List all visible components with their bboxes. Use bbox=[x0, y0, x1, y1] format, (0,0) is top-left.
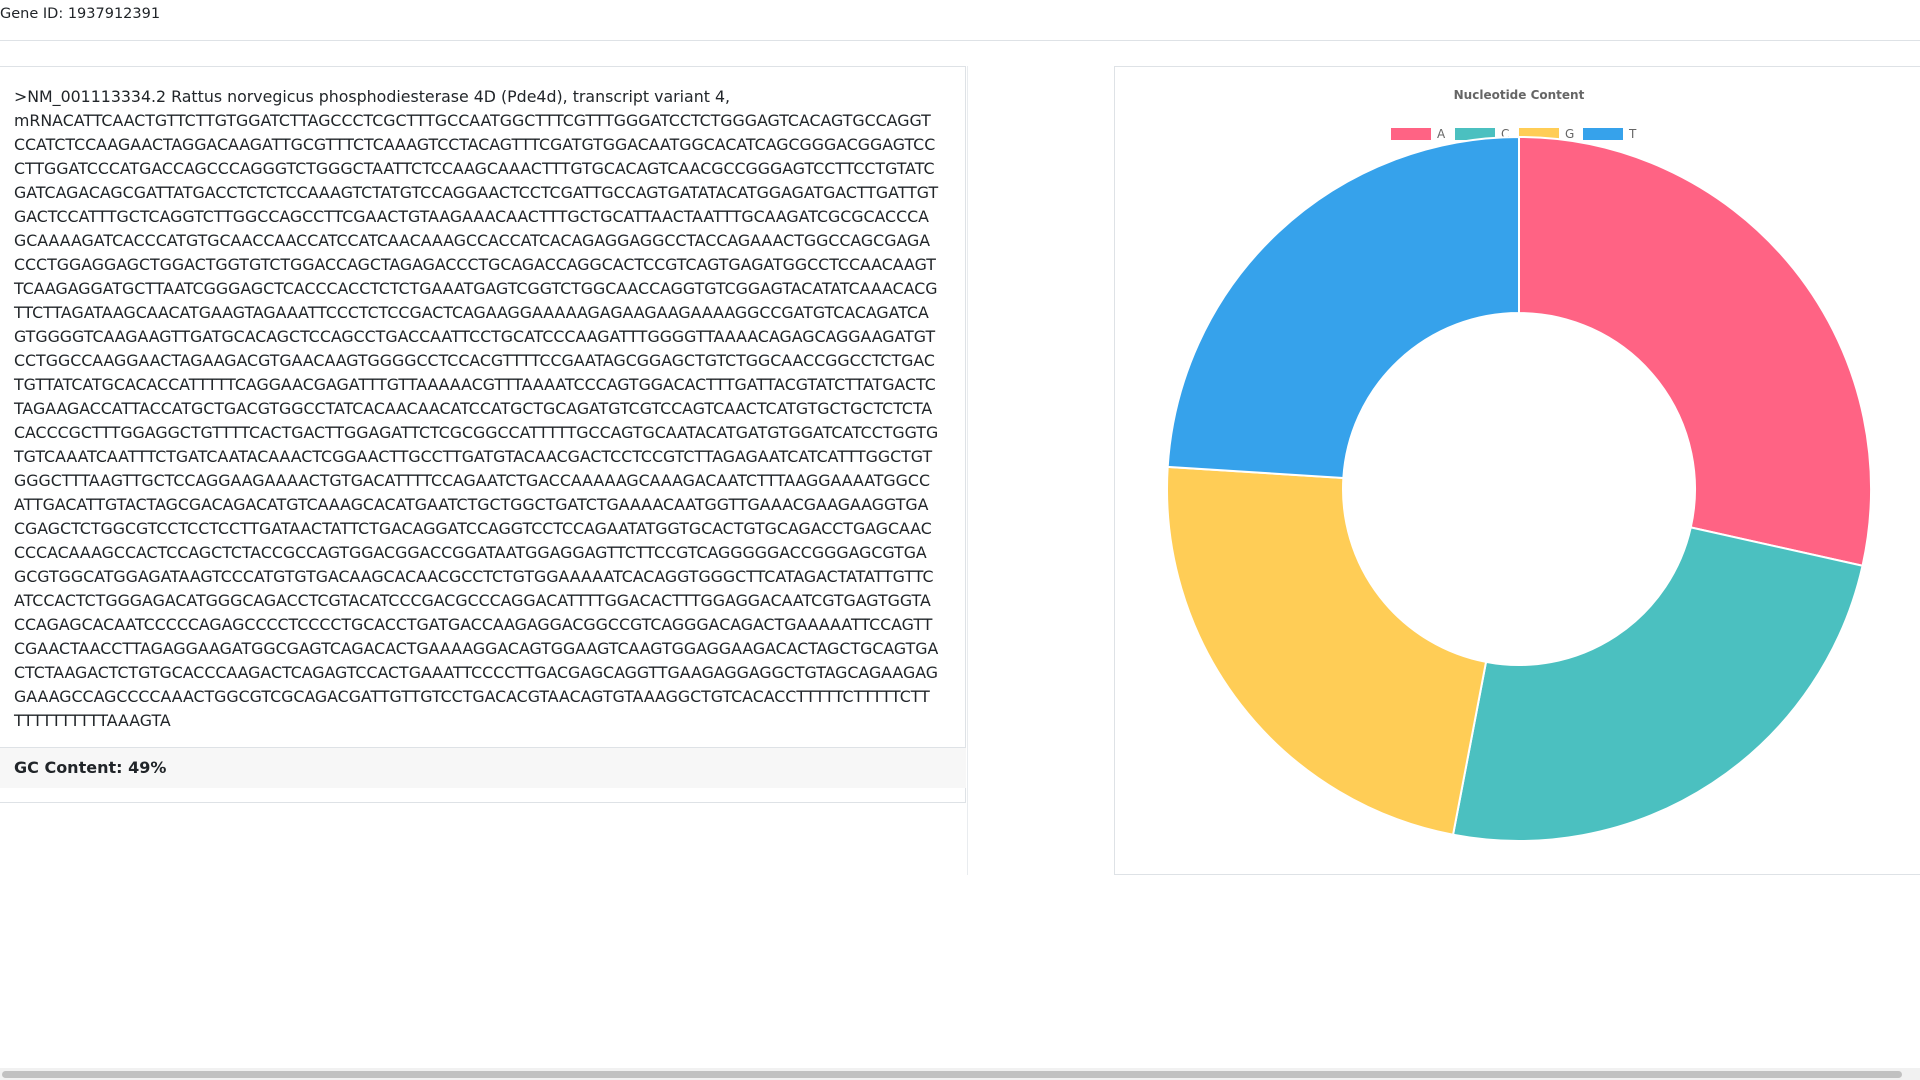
chart-slices bbox=[1166, 135, 1872, 842]
legend-label-t[interactable]: T bbox=[1628, 127, 1637, 141]
page: Gene ID: 1937912391 >NM_001113334.2 Ratt… bbox=[0, 0, 1920, 1080]
legend-label-a[interactable]: A bbox=[1437, 127, 1446, 141]
donut-slice-t[interactable] bbox=[1166, 135, 1520, 480]
nucleotide-donut-chart: Nucleotide Content ACGT bbox=[1166, 88, 1872, 842]
legend-swatch-a[interactable] bbox=[1391, 128, 1431, 140]
gc-content-footer: GC Content: 49% bbox=[0, 747, 966, 788]
gene-id-label: Gene ID: 1937912391 bbox=[0, 6, 161, 22]
chart-title: Nucleotide Content bbox=[1454, 88, 1585, 102]
nucleotide-chart-card: Nucleotide Content ACGT bbox=[1114, 66, 1920, 875]
sequence-column: >NM_001113334.2 Rattus norvegicus phosph… bbox=[0, 66, 968, 875]
gene-header: Gene ID: 1937912391 bbox=[0, 0, 1920, 41]
donut-slice-a[interactable] bbox=[1518, 135, 1872, 567]
donut-slice-g[interactable] bbox=[1166, 465, 1488, 836]
donut-slice-c[interactable] bbox=[1451, 526, 1864, 842]
fasta-sequence-text: >NM_001113334.2 Rattus norvegicus phosph… bbox=[14, 87, 939, 730]
horizontal-scrollbar[interactable] bbox=[0, 1068, 1920, 1080]
gc-content-label: GC Content: 49% bbox=[14, 758, 167, 777]
legend-swatch-t[interactable] bbox=[1583, 128, 1623, 140]
scrollbar-thumb[interactable] bbox=[2, 1071, 1902, 1078]
sequence-card: >NM_001113334.2 Rattus norvegicus phosph… bbox=[0, 66, 966, 803]
legend-label-g[interactable]: G bbox=[1565, 127, 1574, 141]
